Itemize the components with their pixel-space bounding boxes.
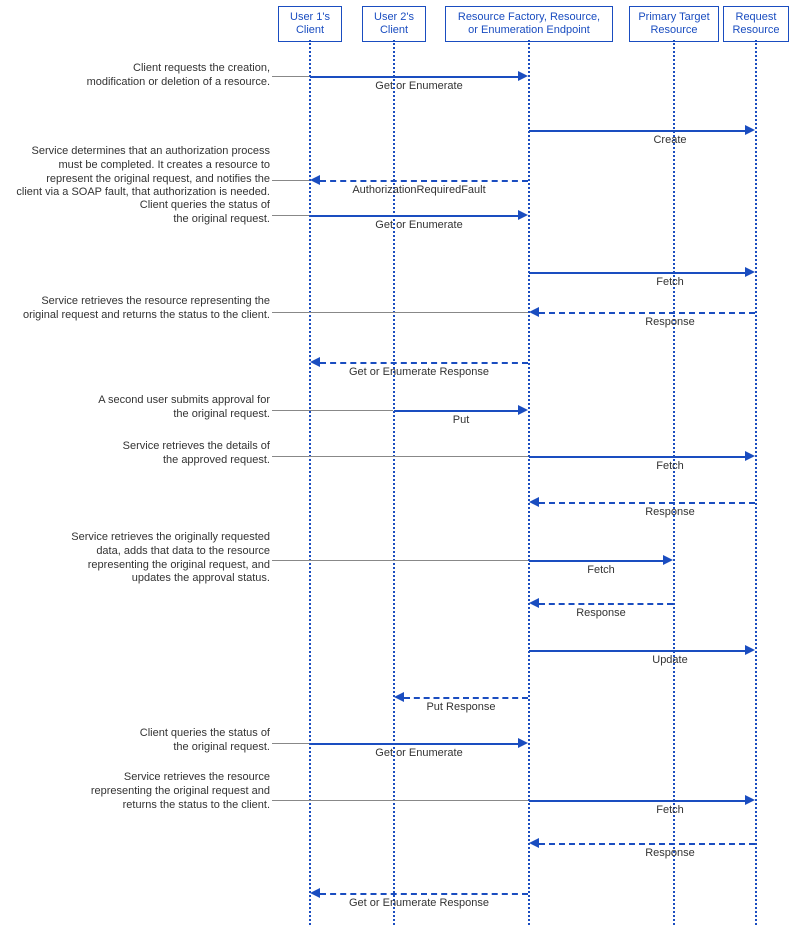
- msg-2-line: [529, 130, 745, 132]
- actor-endpoint: Resource Factory, Resource,or Enumeratio…: [445, 6, 613, 42]
- note-8-leader: [272, 743, 309, 744]
- msg-2-arrow: [745, 125, 755, 135]
- note-7: Service retrieves the originally request…: [50, 531, 270, 586]
- actor-user1-label: User 1'sClient: [290, 11, 330, 36]
- note-2: Service determines that an authorization…: [5, 145, 270, 200]
- msg-13-arrow: [745, 645, 755, 655]
- msg-6-line: [539, 312, 755, 314]
- msg-17-arrow: [529, 838, 539, 848]
- note-4: Service retrieves the resource represent…: [10, 295, 270, 323]
- note-9-leader: [272, 800, 528, 801]
- sequence-diagram: User 1'sClient User 2'sClient Resource F…: [0, 0, 793, 937]
- actor-user2-label: User 2'sClient: [374, 11, 414, 36]
- note-3: Client queries the status ofthe original…: [100, 199, 270, 227]
- msg-17-label: Response: [620, 847, 720, 859]
- msg-3-line: [320, 180, 528, 182]
- lifeline-endpoint: [528, 40, 530, 925]
- msg-16-line: [529, 800, 745, 802]
- msg-7-line: [320, 362, 528, 364]
- msg-1-label: Get or Enumerate: [310, 80, 528, 92]
- note-8: Client queries the status ofthe original…: [100, 727, 270, 755]
- msg-9-arrow: [745, 451, 755, 461]
- note-3-leader: [272, 215, 309, 216]
- msg-11-line: [529, 560, 663, 562]
- msg-4-line: [310, 215, 518, 217]
- lifeline-request: [755, 40, 757, 925]
- msg-1-line: [310, 76, 518, 78]
- msg-7-label: Get or Enumerate Response: [310, 366, 528, 378]
- actor-request: RequestResource: [723, 6, 789, 42]
- msg-3-label: AuthorizationRequiredFault: [310, 184, 528, 196]
- msg-14-label: Put Response: [394, 701, 528, 713]
- lifeline-user1: [309, 40, 311, 925]
- msg-2-label: Create: [620, 134, 720, 146]
- lifeline-user2: [393, 40, 395, 925]
- msg-5-line: [529, 272, 745, 274]
- msg-18-line: [320, 893, 528, 895]
- msg-9-line: [529, 456, 745, 458]
- msg-5-label: Fetch: [620, 276, 720, 288]
- note-1: Client requests the creation,modificatio…: [60, 62, 270, 90]
- lifeline-primary: [673, 40, 675, 925]
- note-4-leader: [272, 312, 528, 313]
- actor-primary-label: Primary TargetResource: [638, 11, 709, 36]
- actor-user2: User 2'sClient: [362, 6, 426, 42]
- msg-16-label: Fetch: [620, 804, 720, 816]
- msg-11-label: Fetch: [529, 564, 673, 576]
- msg-14-line: [404, 697, 528, 699]
- actor-request-label: RequestResource: [732, 11, 779, 36]
- actor-endpoint-label: Resource Factory, Resource,or Enumeratio…: [458, 11, 600, 36]
- msg-10-arrow: [529, 497, 539, 507]
- note-2-leader: [272, 180, 309, 181]
- msg-10-line: [539, 502, 755, 504]
- msg-13-line: [529, 650, 745, 652]
- actor-primary: Primary TargetResource: [629, 6, 719, 42]
- note-6-leader: [272, 456, 528, 457]
- actor-user1: User 1'sClient: [278, 6, 342, 42]
- msg-17-line: [539, 843, 755, 845]
- msg-16-arrow: [745, 795, 755, 805]
- note-5: A second user submits approval forthe or…: [70, 394, 270, 422]
- note-1-leader: [272, 76, 309, 77]
- msg-5-arrow: [745, 267, 755, 277]
- msg-8-line: [394, 410, 518, 412]
- msg-15-line: [310, 743, 518, 745]
- msg-4-label: Get or Enumerate: [310, 219, 528, 231]
- msg-12-line: [539, 603, 673, 605]
- note-5-leader: [272, 410, 393, 411]
- msg-8-label: Put: [394, 414, 528, 426]
- note-7-leader: [272, 560, 528, 561]
- note-9: Service retrieves the resourcerepresenti…: [55, 771, 270, 812]
- msg-15-label: Get or Enumerate: [310, 747, 528, 759]
- msg-6-arrow: [529, 307, 539, 317]
- msg-10-label: Response: [620, 506, 720, 518]
- note-6: Service retrieves the details ofthe appr…: [95, 440, 270, 468]
- msg-6-label: Response: [620, 316, 720, 328]
- msg-13-label: Update: [620, 654, 720, 666]
- msg-18-label: Get or Enumerate Response: [310, 897, 528, 909]
- msg-9-label: Fetch: [620, 460, 720, 472]
- msg-12-label: Response: [529, 607, 673, 619]
